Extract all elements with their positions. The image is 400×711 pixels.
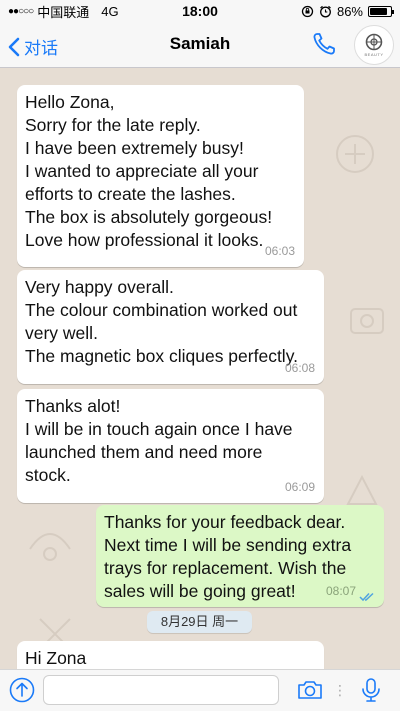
- brand-logo-icon: [365, 33, 383, 51]
- message-input-bar: ⋮: [0, 669, 400, 711]
- background-doodle-icon: [29, 533, 71, 561]
- message-line: The magnetic box cliques perfectly.: [25, 346, 299, 366]
- contact-name[interactable]: Samiah: [0, 34, 400, 54]
- chat-header: 对话 Samiah BEAUTY: [0, 22, 400, 68]
- avatar-text: BEAUTY: [364, 52, 384, 57]
- message-line: Hello Zona,: [25, 92, 115, 112]
- message-bubble-outgoing[interactable]: Thanks for your feedback dear. Next time…: [96, 505, 384, 607]
- message-line: Thanks for your feedback dear.: [104, 512, 346, 532]
- battery-level: [370, 7, 388, 15]
- status-right: 86%: [301, 3, 394, 19]
- message-line: stock.: [25, 465, 71, 485]
- message-timestamp: 08:07: [325, 584, 356, 598]
- read-receipt-icon: [359, 592, 374, 602]
- more-options-icon[interactable]: ⋮: [333, 676, 347, 704]
- carrier-name: 中国联通: [37, 4, 90, 20]
- message-line: efforts to create the lashes.: [25, 184, 236, 204]
- message-line: I have been extremely busy!: [25, 138, 244, 158]
- message-line: very well.: [25, 323, 98, 343]
- message-line: Next time I will be sending extra: [104, 535, 352, 555]
- battery-percent: 86%: [336, 3, 363, 19]
- alarm-icon: [320, 5, 331, 17]
- message-input[interactable]: [43, 675, 279, 705]
- message-line: Love how professional it looks.: [25, 230, 264, 250]
- chat-area[interactable]: Hello Zona, Sorry for the late reply. I …: [0, 69, 400, 669]
- message-timestamp: 06:09: [284, 480, 315, 494]
- message-timestamp: 06:08: [284, 361, 315, 375]
- date-divider: 8月29日 周一: [147, 611, 252, 633]
- signal-strength-icon: ●●○○○: [8, 5, 34, 17]
- background-doodle-icon: [350, 308, 384, 334]
- message-bubble-incoming[interactable]: Hello Zona, Sorry for the late reply. I …: [17, 85, 304, 267]
- message-line: Thanks alot!: [25, 396, 121, 416]
- message-line: Hi Zona: [25, 648, 87, 668]
- upload-attachment-icon[interactable]: [8, 676, 36, 704]
- message-line: Sorry for the late reply.: [25, 115, 201, 135]
- rotation-lock-icon: [301, 5, 314, 17]
- message-line: The colour combination worked out: [25, 300, 298, 320]
- battery-icon: [368, 5, 394, 17]
- status-left: ●●○○○ 中国联通 4G: [8, 2, 119, 21]
- message-bubble-incoming[interactable]: Very happy overall. The colour combinati…: [17, 270, 324, 384]
- message-line: Very happy overall.: [25, 277, 174, 297]
- status-bar: ●●○○○ 中国联通 4G 18:00 86%: [0, 0, 400, 22]
- message-line: I will be in touch again once I have: [25, 419, 293, 439]
- message-line: I wanted to appreciate all your: [25, 161, 259, 181]
- message-line: launched them and need more: [25, 442, 263, 462]
- network-type: 4G: [101, 3, 119, 19]
- message-line: The box is absolutely gorgeous!: [25, 207, 273, 227]
- avatar[interactable]: BEAUTY: [354, 25, 394, 65]
- background-doodle-icon: [336, 135, 374, 173]
- phone-call-icon[interactable]: [310, 30, 338, 58]
- message-line: trays for replacement. Wish the: [104, 558, 347, 578]
- camera-icon[interactable]: [296, 676, 324, 704]
- message-timestamp: 06:03: [264, 244, 295, 258]
- message-bubble-incoming[interactable]: Hi Zona: [17, 641, 324, 669]
- message-bubble-incoming[interactable]: Thanks alot! I will be in touch again on…: [17, 389, 324, 503]
- microphone-icon[interactable]: [357, 676, 385, 704]
